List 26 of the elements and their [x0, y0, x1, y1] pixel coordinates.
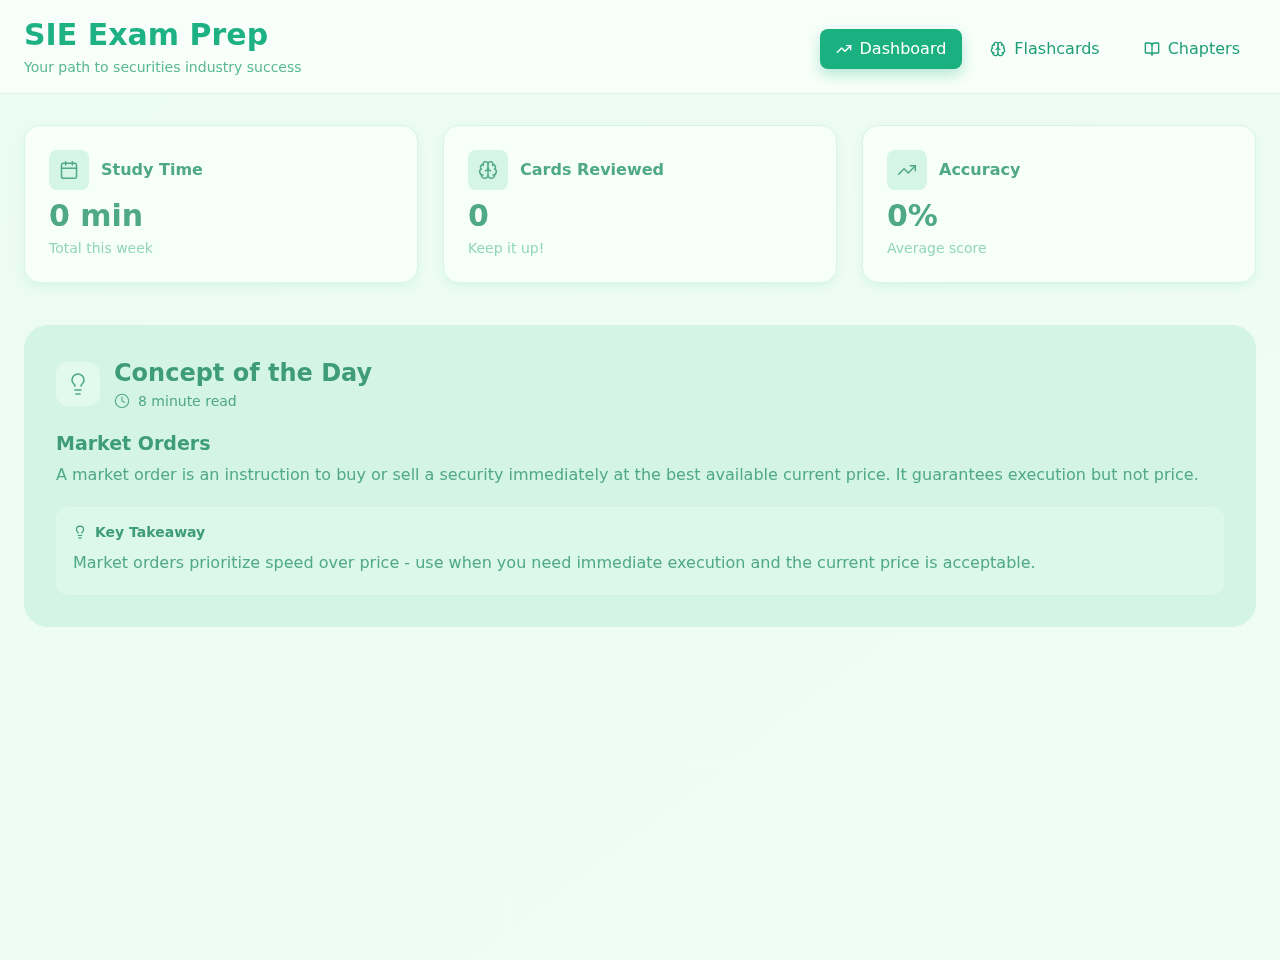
app-title: SIE Exam Prep [24, 16, 270, 53]
stat-caption: Average score [887, 239, 988, 258]
app-subtitle: Your path to securities industry success [24, 57, 302, 77]
nav-tab[interactable]: Chapters [1127, 28, 1256, 69]
stat-value: 0% [887, 198, 939, 234]
read-time: 8 minute read [138, 392, 237, 411]
stat-label: Study Time [101, 159, 203, 181]
clock-icon [114, 393, 130, 409]
stat-label: Accuracy [939, 159, 1021, 181]
stat-caption: Keep it up! [468, 239, 546, 258]
stat-label: Cards Reviewed [520, 159, 664, 181]
brain-icon [990, 40, 1007, 57]
stat-caption: Total this week [49, 239, 154, 258]
lightbulb-icon [73, 525, 87, 539]
concept-title: Concept of the Day [114, 358, 373, 389]
nav-tab[interactable]: Dashboard [819, 28, 963, 69]
takeaway-label: Key Takeaway [95, 523, 206, 542]
concept-body: A market order is an instruction to buy or sell a security immediately at the best available current price. It guarantees execution but not price. [56, 464, 1200, 486]
calendar-icon [59, 160, 79, 180]
nav-tab[interactable]: Flashcards [974, 28, 1116, 69]
stat-value: 0 [468, 198, 490, 234]
concept-heading: Market Orders [56, 431, 212, 456]
takeaway-text: Market orders prioritize speed over price - use when you need immediate execution and the current price is acceptable. [73, 552, 1037, 574]
brain-icon [478, 160, 498, 180]
stat-value: 0 min [49, 198, 145, 234]
book-icon [1143, 40, 1160, 57]
